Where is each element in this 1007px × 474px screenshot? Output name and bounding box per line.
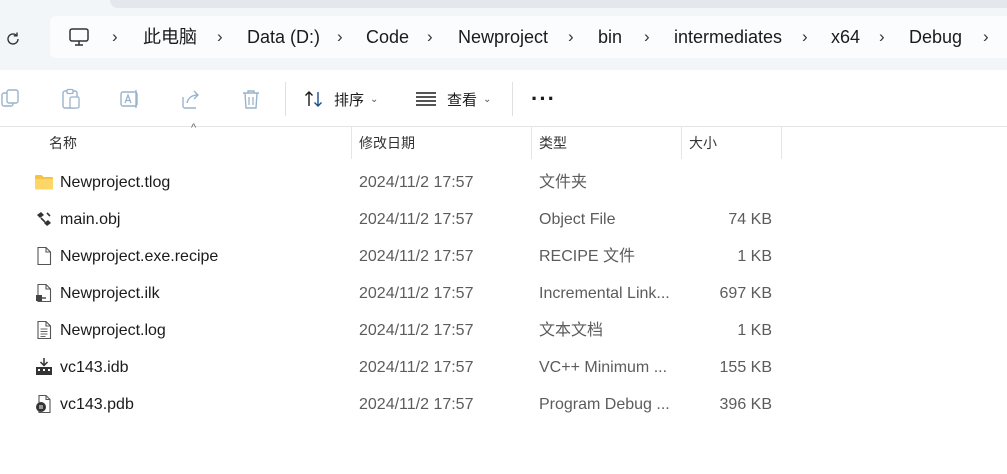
blank-file-icon xyxy=(37,246,52,266)
file-row[interactable]: main.obj 2024/11/2 17:57 Object File 74 … xyxy=(0,201,1007,238)
file-name: main.obj xyxy=(60,211,121,228)
file-name: Newproject.ilk xyxy=(60,285,160,302)
text-file-icon xyxy=(37,320,52,340)
file-type: 文本文档 xyxy=(539,322,604,339)
breadcrumb-code[interactable]: Code xyxy=(366,16,409,58)
paste-icon[interactable] xyxy=(60,88,82,110)
file-type: RECIPE 文件 xyxy=(539,248,636,265)
breadcrumb-drive-d[interactable]: Data (D:) xyxy=(247,16,320,58)
debug-database-icon xyxy=(36,394,51,414)
file-size: 697 KB xyxy=(719,285,772,302)
file-date: 2024/11/2 17:57 xyxy=(359,322,474,339)
breadcrumb-chevron-icon[interactable]: › xyxy=(983,16,989,58)
breadcrumb-chevron-icon[interactable]: › xyxy=(802,16,808,58)
file-type: 文件夹 xyxy=(539,174,588,191)
file-size: 1 KB xyxy=(737,248,772,265)
column-divider[interactable] xyxy=(351,127,352,159)
chevron-down-icon: ⌄ xyxy=(370,93,379,105)
breadcrumb-newproject[interactable]: Newproject xyxy=(458,16,548,58)
breadcrumb-bin[interactable]: bin xyxy=(598,16,622,58)
column-divider[interactable] xyxy=(781,127,782,159)
toolbar-divider xyxy=(285,82,286,116)
breadcrumb-chevron-icon[interactable]: › xyxy=(112,16,118,58)
sort-button[interactable]: 排序 ⌄ xyxy=(304,84,378,114)
file-size: 155 KB xyxy=(719,359,772,376)
file-row[interactable]: Newproject.tlog 2024/11/2 17:57 文件夹 xyxy=(0,164,1007,201)
breadcrumb-chevron-icon[interactable]: › xyxy=(217,16,223,58)
column-header-name[interactable]: 名称 xyxy=(49,127,77,159)
linker-file-icon xyxy=(36,283,52,303)
toolbar-divider xyxy=(512,82,513,116)
file-name: Newproject.log xyxy=(60,322,166,339)
file-type: Incremental Link... xyxy=(539,285,670,302)
command-bar: 排序 ⌄ 查看 ⌄ ··· xyxy=(0,70,1007,127)
file-date: 2024/11/2 17:57 xyxy=(359,359,474,376)
database-file-icon xyxy=(36,358,52,375)
address-bar[interactable]: › 此电脑 › Data (D:) › Code › Newproject › … xyxy=(50,16,1007,58)
column-header-size[interactable]: 大小 xyxy=(689,127,717,159)
chevron-down-icon: ⌄ xyxy=(483,93,492,105)
file-row[interactable]: vc143.idb 2024/11/2 17:57 VC++ Minimum .… xyxy=(0,349,1007,386)
column-divider[interactable] xyxy=(531,127,532,159)
file-row[interactable]: Newproject.ilk 2024/11/2 17:57 Increment… xyxy=(0,275,1007,312)
file-name: vc143.idb xyxy=(60,359,129,376)
sort-label: 排序 xyxy=(334,91,365,109)
folder-icon xyxy=(35,175,53,190)
copy-icon[interactable] xyxy=(0,88,22,110)
file-type: VC++ Minimum ... xyxy=(539,359,668,376)
file-size: 1 KB xyxy=(737,322,772,339)
delete-icon[interactable] xyxy=(240,88,262,110)
object-file-icon xyxy=(37,212,51,226)
file-name: Newproject.exe.recipe xyxy=(60,248,219,265)
file-name: vc143.pdb xyxy=(60,396,134,413)
breadcrumb-chevron-icon[interactable]: › xyxy=(427,16,433,58)
tab-strip-edge xyxy=(110,0,1007,8)
file-type: Object File xyxy=(539,211,616,228)
breadcrumb-chevron-icon[interactable]: › xyxy=(337,16,343,58)
file-date: 2024/11/2 17:57 xyxy=(359,248,474,265)
view-list-icon xyxy=(416,92,436,106)
file-date: 2024/11/2 17:57 xyxy=(359,174,474,191)
file-date: 2024/11/2 17:57 xyxy=(359,396,474,413)
file-name: Newproject.tlog xyxy=(60,174,171,191)
breadcrumb-debug[interactable]: Debug xyxy=(909,16,962,58)
breadcrumb-chevron-icon[interactable]: › xyxy=(644,16,650,58)
file-type: Program Debug ... xyxy=(539,396,670,413)
column-header-date[interactable]: 修改日期 xyxy=(359,127,415,159)
this-pc-icon xyxy=(69,28,89,46)
column-header-type[interactable]: 类型 xyxy=(539,127,567,159)
view-label: 查看 xyxy=(447,91,478,109)
more-options-button[interactable]: ··· xyxy=(531,84,556,114)
rename-icon[interactable] xyxy=(119,88,141,110)
share-icon[interactable] xyxy=(180,88,202,110)
file-date: 2024/11/2 17:57 xyxy=(359,285,474,302)
breadcrumb-this-pc[interactable]: 此电脑 xyxy=(143,16,197,58)
column-divider[interactable] xyxy=(681,127,682,159)
refresh-button[interactable] xyxy=(2,28,24,50)
view-button[interactable]: 查看 ⌄ xyxy=(415,84,491,114)
file-row[interactable]: vc143.pdb 2024/11/2 17:57 Program Debug … xyxy=(0,386,1007,423)
file-date: 2024/11/2 17:57 xyxy=(359,211,474,228)
breadcrumb-chevron-icon[interactable]: › xyxy=(568,16,574,58)
file-size: 74 KB xyxy=(728,211,772,228)
refresh-icon xyxy=(7,32,19,45)
file-size: 396 KB xyxy=(719,396,772,413)
sort-icon xyxy=(305,91,322,107)
file-row[interactable]: Newproject.log 2024/11/2 17:57 文本文档 1 KB xyxy=(0,312,1007,349)
file-row[interactable]: Newproject.exe.recipe 2024/11/2 17:57 RE… xyxy=(0,238,1007,275)
breadcrumb-intermediates[interactable]: intermediates xyxy=(674,16,782,58)
breadcrumb-x64[interactable]: x64 xyxy=(831,16,860,58)
sort-ascending-icon: ^ xyxy=(191,122,197,134)
breadcrumb-chevron-icon[interactable]: › xyxy=(879,16,885,58)
